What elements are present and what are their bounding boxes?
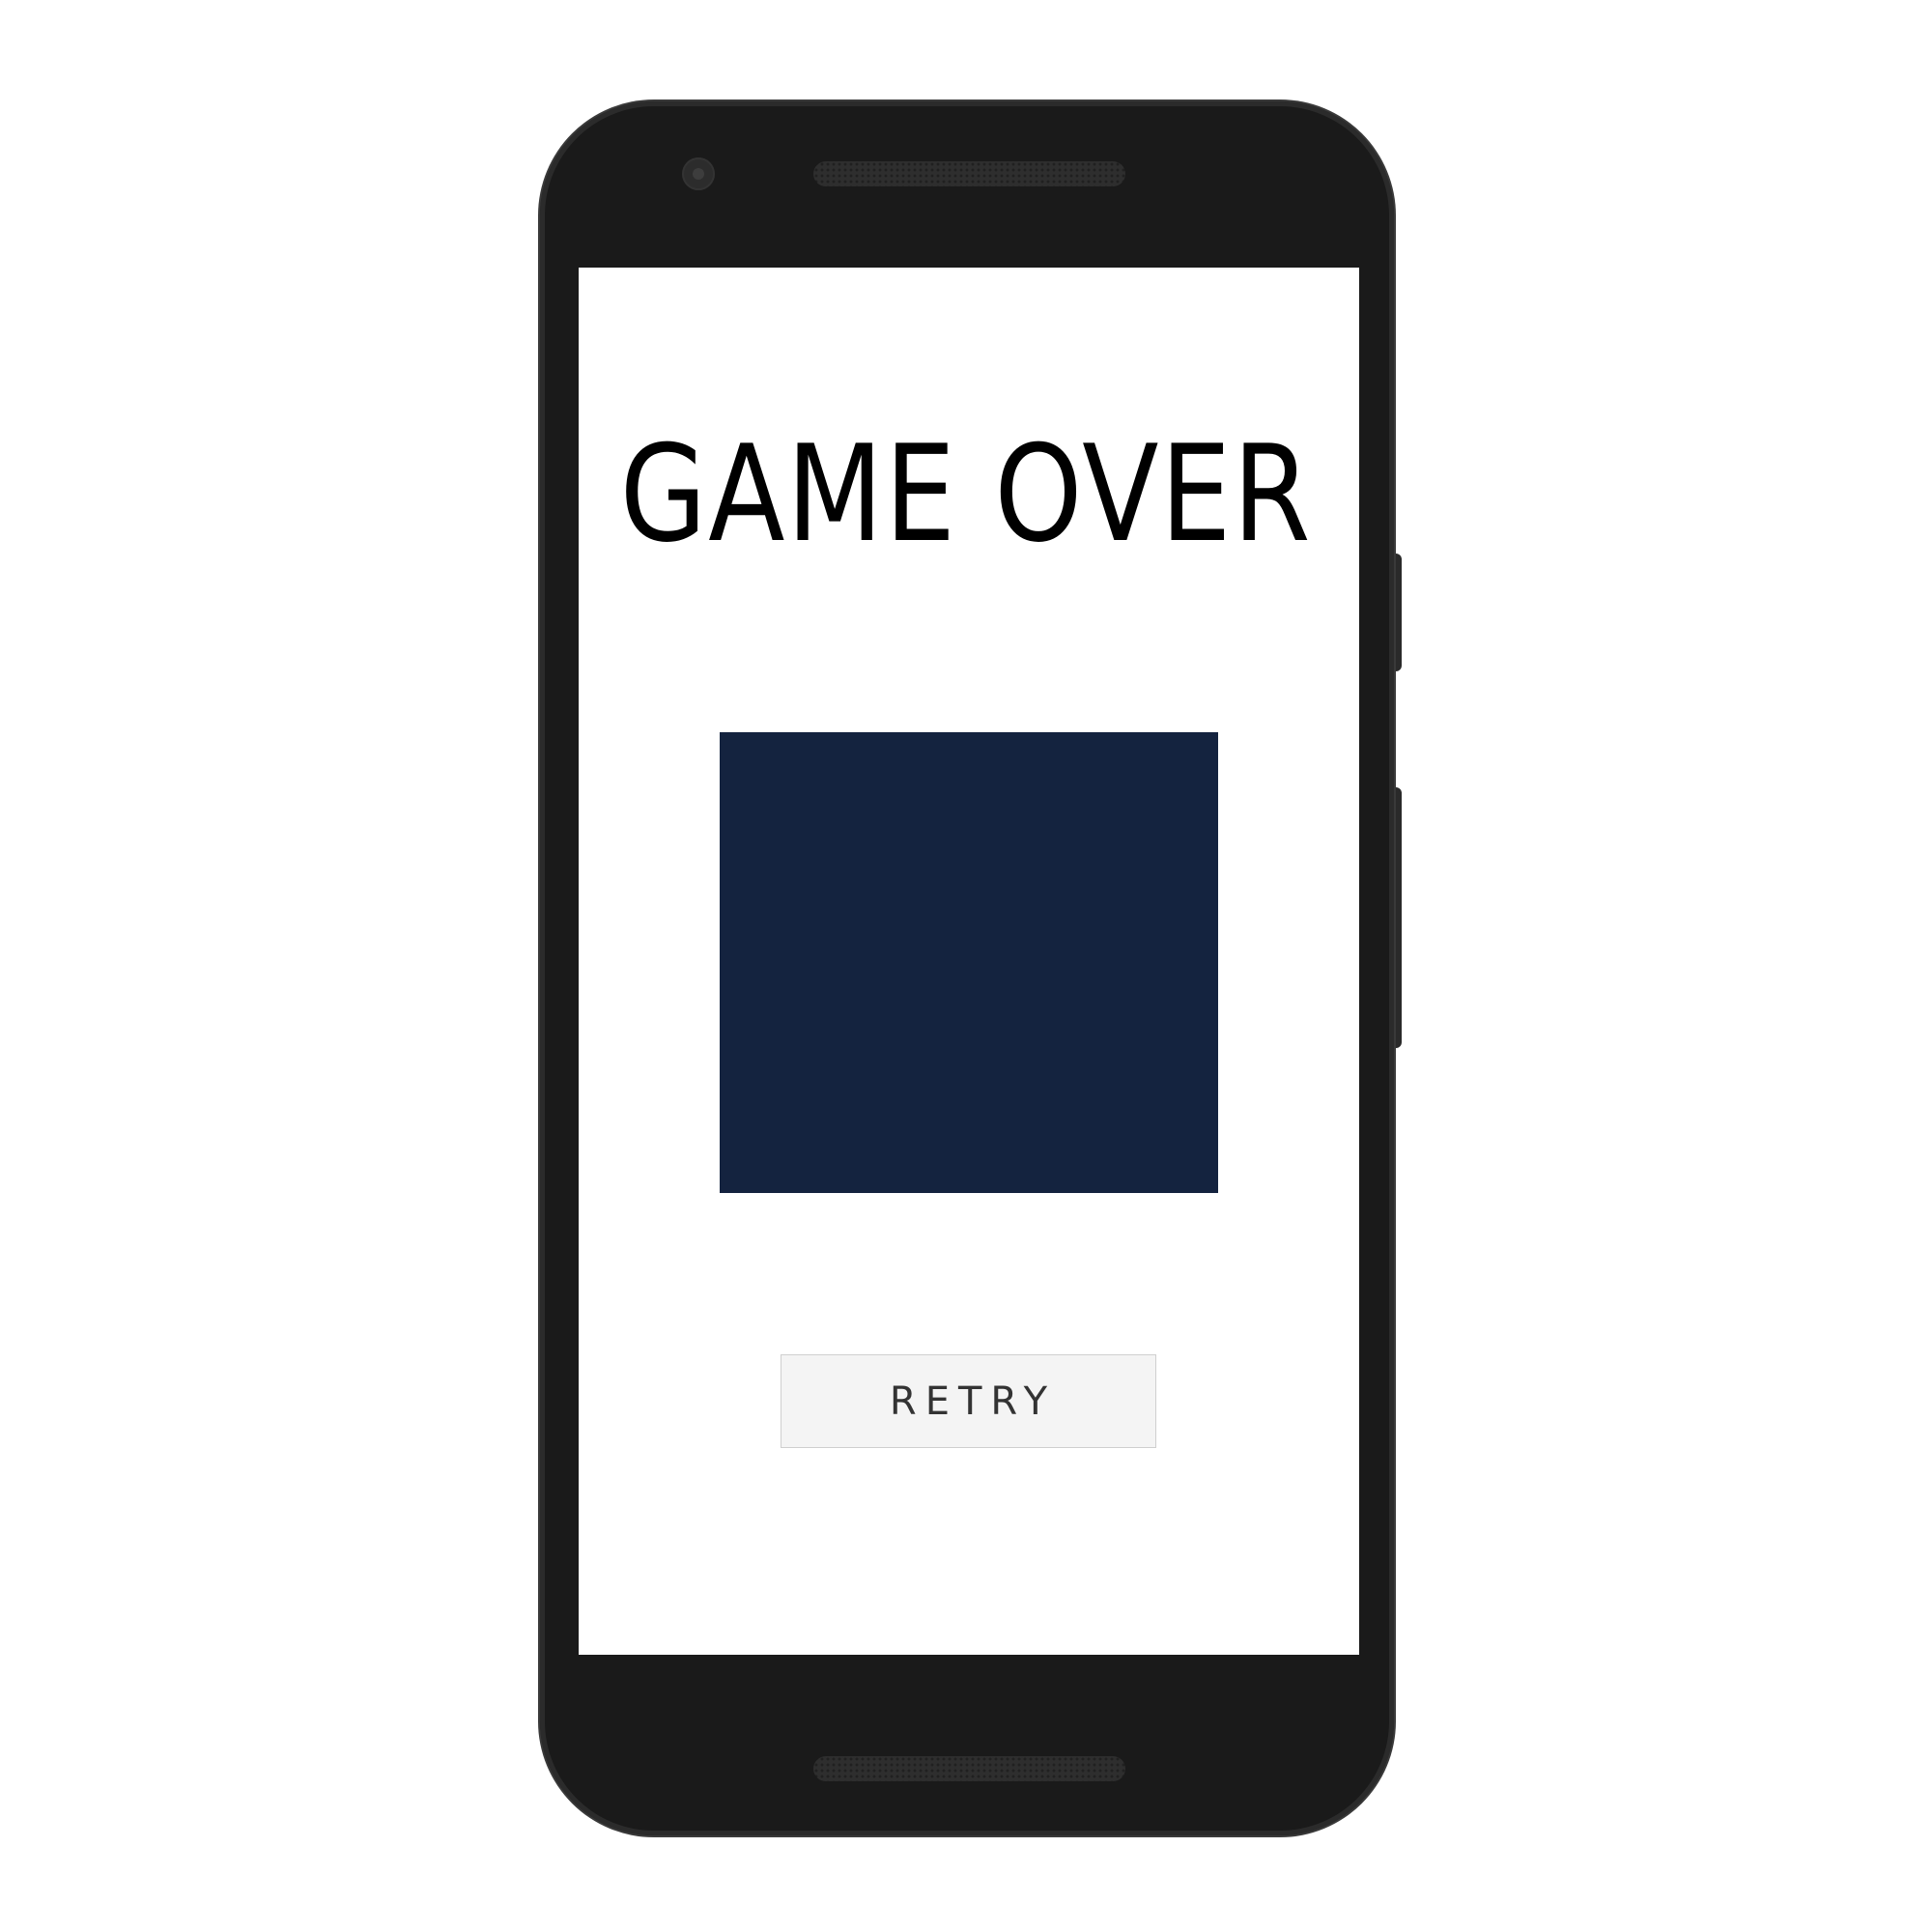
- retry-button[interactable]: RETRY: [781, 1354, 1156, 1448]
- score-value: 10: [225, 865, 273, 912]
- score-panel: [720, 732, 1218, 1193]
- speaker-grille-icon: [813, 1756, 1125, 1781]
- retry-button-label: RETRY: [889, 1378, 1057, 1424]
- speaker-grille-icon: [813, 161, 1125, 186]
- score-label: SCORE: [149, 779, 361, 831]
- canvas: GAME OVER SCORE 10 HIGH SCORE 28 RETRY: [0, 0, 1932, 1932]
- high-score-label: HIGH SCORE: [56, 983, 454, 1036]
- high-score-value: 28: [225, 1073, 273, 1121]
- game-over-title: GAME OVER: [619, 416, 1313, 572]
- camera-icon: [682, 157, 715, 190]
